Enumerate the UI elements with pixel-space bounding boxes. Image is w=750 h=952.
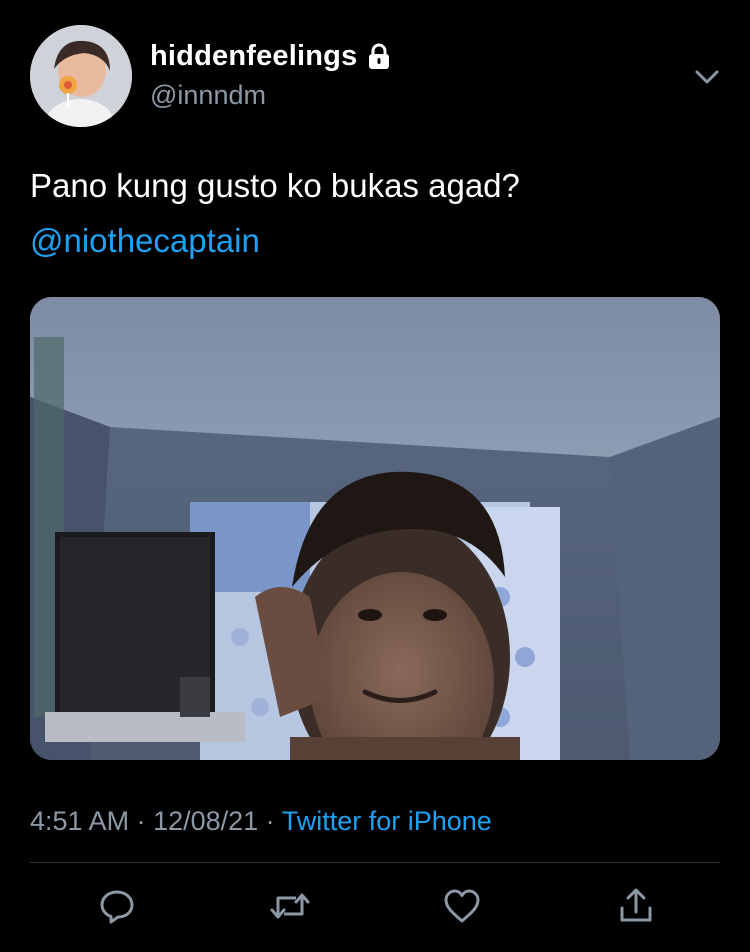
tweet-media-photo[interactable]	[30, 297, 720, 760]
tweet-source-link[interactable]: Twitter for iPhone	[282, 806, 492, 836]
retweet-icon	[269, 886, 311, 931]
retweet-button[interactable]	[268, 886, 312, 930]
display-name[interactable]: hiddenfeelings	[150, 40, 357, 73]
reply-icon	[97, 886, 137, 931]
divider	[30, 862, 720, 863]
like-button[interactable]	[440, 886, 484, 930]
tweet-date[interactable]: 12/08/21	[153, 806, 258, 836]
name-row: hiddenfeelings	[150, 40, 392, 73]
tweet-text: Pano kung gusto ko bukas agad?	[30, 167, 520, 204]
avatar[interactable]	[30, 25, 132, 127]
tweet-meta: 4:51 AM · 12/08/21 · Twitter for iPhone	[30, 806, 492, 837]
separator-dot: ·	[258, 806, 282, 836]
separator-dot: ·	[129, 806, 154, 836]
user-handle[interactable]: @innndm	[150, 80, 266, 111]
chevron-down-icon[interactable]	[692, 62, 722, 92]
mention-link[interactable]: @niothecaptain	[30, 222, 260, 260]
share-icon	[616, 886, 656, 931]
action-bar	[0, 880, 750, 936]
reply-button[interactable]	[95, 886, 139, 930]
lock-icon	[366, 43, 392, 71]
tweet-time[interactable]: 4:51 AM	[30, 806, 129, 836]
share-button[interactable]	[614, 886, 658, 930]
like-icon	[442, 886, 482, 931]
